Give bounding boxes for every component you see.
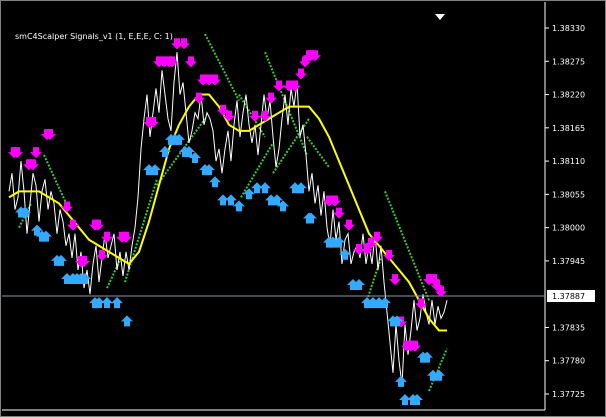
price-tick-label: 1.38055 (552, 190, 585, 199)
price-tick-label: 1.38110 (552, 157, 585, 166)
price-tick-label: 1.37725 (552, 390, 585, 399)
price-tick-label: 1.38330 (552, 24, 585, 33)
price-tick-label: 1.38000 (552, 224, 585, 233)
price-tick-label: 1.37945 (552, 257, 585, 266)
price-axis: 1.38330 1.38275 1.38220 1.38165 1.38110 1.380… (545, 24, 595, 399)
chart-window: smC4Scalper Signals_v1 (1, E,E,E, C: 1) … (0, 0, 606, 417)
chart-canvas: smC4Scalper Signals_v1 (1, E,E,E, C: 1) … (2, 2, 595, 411)
price-tick-label: 1.38165 (552, 124, 585, 133)
price-tick-label: 1.38275 (552, 57, 585, 66)
price-tick-label: 1.37780 (552, 357, 585, 366)
plot-background (2, 2, 545, 410)
price-tick-label: 1.38220 (552, 91, 585, 100)
current-price-label: 1.37887 (552, 292, 585, 301)
price-tick-label: 1.37835 (552, 323, 585, 332)
indicator-label: smC4Scalper Signals_v1 (1, E,E,E, C: 1) (15, 32, 173, 41)
